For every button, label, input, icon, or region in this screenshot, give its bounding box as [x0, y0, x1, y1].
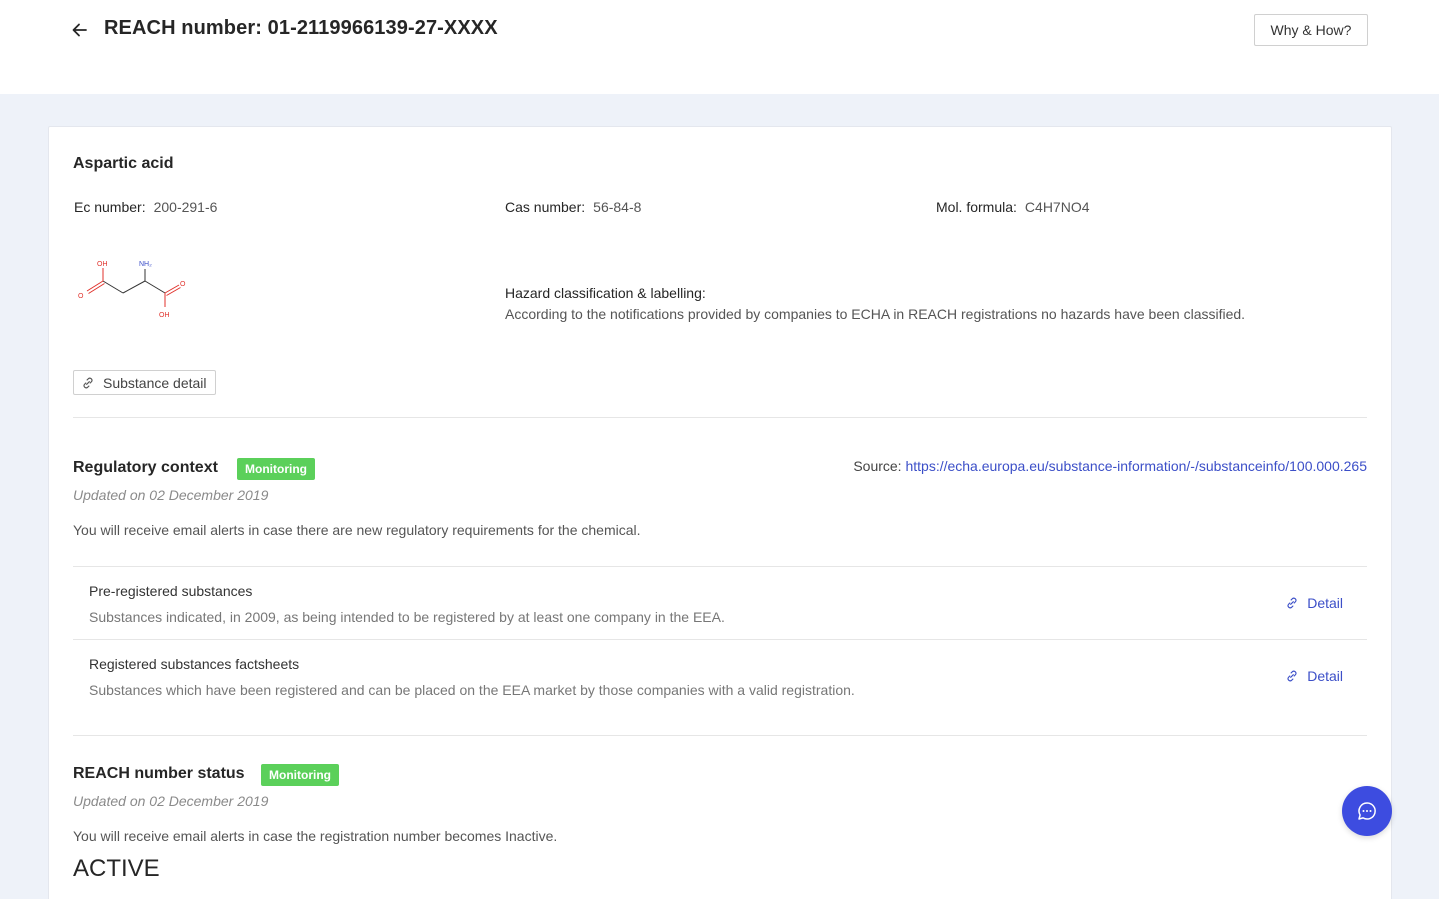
status-badge: Monitoring [237, 458, 315, 480]
hazard-classification-label: Hazard classification & labelling: [505, 285, 706, 301]
substance-detail-button[interactable]: Substance detail [73, 370, 216, 395]
mol-formula-field: Mol. formula: C4H7NO4 [936, 199, 1090, 215]
list-item-description: Substances indicated, in 2009, as being … [89, 609, 725, 625]
detail-link-label: Detail [1307, 668, 1343, 684]
regulatory-updated-date: Updated on 02 December 2019 [73, 487, 269, 503]
mol-formula-value: C4H7NO4 [1024, 199, 1090, 215]
atom-label-nh2: NH₂ [139, 261, 152, 268]
substance-detail-label: Substance detail [103, 374, 207, 391]
mol-formula-label: Mol. formula [936, 199, 1014, 215]
substance-name: Aspartic acid [73, 155, 174, 172]
reach-status-updated-date: Updated on 02 December 2019 [73, 793, 269, 809]
link-icon [1287, 670, 1297, 682]
chat-button[interactable] [1342, 786, 1392, 836]
arrow-left-icon[interactable] [70, 20, 90, 40]
divider [73, 735, 1367, 736]
list-item-description: Substances which have been registered an… [89, 682, 855, 698]
cas-number-label: Cas number [505, 199, 582, 215]
reach-status-description: You will receive email alerts in case th… [73, 828, 558, 844]
source-label: Source: [853, 458, 902, 474]
reach-status-value: ACTIVE [73, 855, 160, 882]
molecule-structure-image: OH NH₂ O O OH [78, 261, 186, 319]
atom-label-o-left: O [78, 293, 84, 300]
hazard-label-text: Hazard classification & labelling [505, 285, 702, 301]
cas-number-field: Cas number: 56-84-8 [505, 199, 642, 215]
why-and-how-button[interactable]: Why & How? [1254, 14, 1368, 46]
regulatory-description: You will receive email alerts in case th… [73, 522, 641, 538]
source-link[interactable]: https://echa.europa.eu/substance-informa… [905, 458, 1367, 474]
source-line: Source: https://echa.europa.eu/substance… [853, 458, 1367, 474]
hazard-classification-text: According to the notifications provided … [505, 306, 1246, 322]
substance-card: Aspartic acid Ec number: 200-291-6 Cas nu… [48, 126, 1392, 899]
list-item-title: Registered substances factsheets [89, 656, 300, 672]
atom-label-oh-bottom: OH [159, 312, 170, 319]
reach-status-title: REACH number status [73, 765, 245, 782]
list-item: Registered substances factsheets Substan… [73, 640, 1367, 713]
detail-link-label: Detail [1307, 595, 1343, 611]
registered-factsheets-detail-link[interactable]: Detail [1285, 668, 1343, 684]
atom-label-o-right: O [180, 281, 186, 288]
status-badge: Monitoring [261, 764, 339, 786]
top-bar: REACH number: 01-2119966139-27-XXXX Why … [0, 0, 1439, 94]
list-item-title: Pre-registered substances [89, 583, 253, 599]
divider [73, 417, 1367, 418]
link-icon [1287, 597, 1297, 609]
list-item: Pre-registered substances Substances ind… [73, 567, 1367, 640]
ec-number-label: Ec number [74, 199, 142, 215]
ec-number-field: Ec number: 200-291-6 [74, 199, 218, 215]
atom-label-oh-top: OH [97, 261, 108, 268]
pre-registered-detail-link[interactable]: Detail [1285, 595, 1343, 611]
cas-number-value: 56-84-8 [593, 199, 642, 215]
page-title: REACH number: 01-2119966139-27-XXXX [104, 17, 498, 39]
ec-number-value: 200-291-6 [153, 199, 218, 215]
chat-bubble-icon [1358, 802, 1376, 820]
regulatory-context-title: Regulatory context [73, 459, 218, 476]
link-icon [83, 377, 93, 388]
